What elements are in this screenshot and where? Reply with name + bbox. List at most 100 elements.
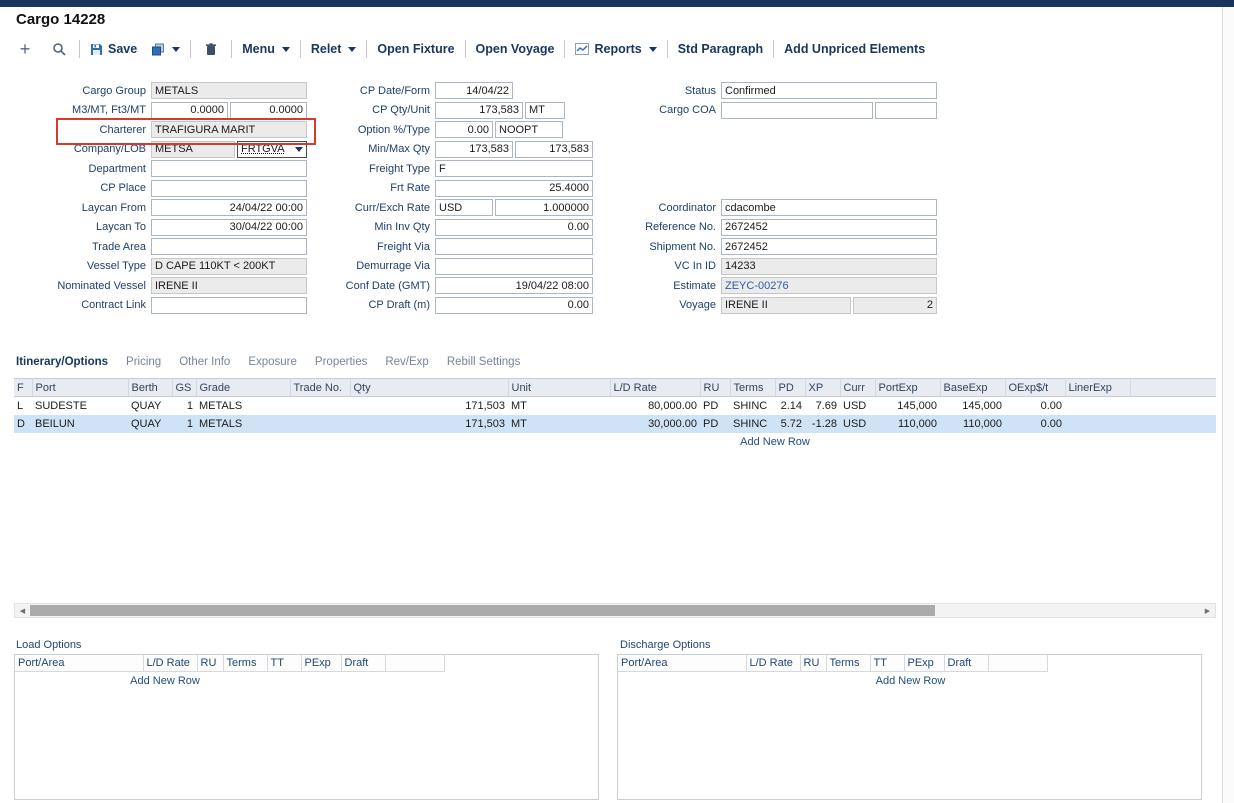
col-port[interactable]: Port	[32, 379, 128, 397]
cell[interactable]: QUAY	[128, 415, 172, 433]
col-curr[interactable]: Curr	[840, 379, 875, 397]
conf-date-input[interactable]: 19/04/22 08:00	[435, 277, 593, 294]
tab-exposure[interactable]: Exposure	[248, 356, 297, 368]
col-berth[interactable]: Berth	[128, 379, 172, 397]
add-unpriced-elements-button[interactable]: Add Unpriced Elements	[777, 37, 932, 61]
col-tt[interactable]: TT	[870, 655, 904, 672]
laycan-to-input[interactable]: 30/04/22 00:00	[151, 219, 307, 236]
contract-link-input[interactable]	[151, 297, 307, 314]
tab-rev-exp[interactable]: Rev/Exp	[385, 356, 428, 368]
coordinator-input[interactable]: cdacombe	[721, 199, 937, 216]
col-pd[interactable]: PD	[775, 379, 805, 397]
cp-draft-input[interactable]: 0.00	[435, 297, 593, 314]
delete-button[interactable]	[194, 37, 228, 61]
cell[interactable]: METALS	[196, 397, 290, 416]
cell[interactable]: SHINC	[730, 397, 775, 416]
cell[interactable]: D	[14, 415, 32, 433]
vertical-scrollbar-gutter[interactable]	[1222, 7, 1234, 803]
cell[interactable]: USD	[840, 397, 875, 416]
col-xp[interactable]: XP	[805, 379, 840, 397]
cell[interactable]: QUAY	[128, 397, 172, 416]
cell[interactable]: 1	[172, 397, 196, 416]
col-linerexp[interactable]: LinerExp	[1065, 379, 1130, 397]
cell[interactable]: 2.14	[775, 397, 805, 416]
vessel-type-input[interactable]: D CAPE 110KT < 200KT	[151, 258, 307, 275]
search-button[interactable]	[42, 37, 76, 61]
tab-other-info[interactable]: Other Info	[179, 356, 230, 368]
freight-via-input[interactable]	[435, 238, 593, 255]
col-ld-rate[interactable]: L/D Rate	[143, 655, 197, 672]
cp-date-input[interactable]: 14/04/22	[435, 82, 513, 99]
trade-area-input[interactable]	[151, 238, 307, 255]
col-qty[interactable]: Qty	[350, 379, 508, 397]
cell[interactable]: MT	[508, 397, 610, 416]
col-ld-rate[interactable]: L/D Rate	[610, 379, 700, 397]
scroll-right-icon[interactable]: ▶	[1200, 604, 1215, 617]
cp-unit-input[interactable]: MT	[525, 102, 565, 119]
tab-properties[interactable]: Properties	[315, 356, 367, 368]
col-terms[interactable]: Terms	[223, 655, 267, 672]
cell[interactable]: MT	[508, 415, 610, 433]
cell[interactable]: 171,503	[350, 415, 508, 433]
currency-input[interactable]: USD	[435, 199, 493, 216]
horizontal-scrollbar[interactable]: ◀ ▶	[14, 603, 1216, 618]
col-f[interactable]: F	[14, 379, 32, 397]
col-unit[interactable]: Unit	[508, 379, 610, 397]
cell[interactable]: 110,000	[940, 415, 1005, 433]
reports-button[interactable]: Reports	[568, 37, 663, 61]
cp-qty-input[interactable]: 173,583	[435, 102, 523, 119]
cell[interactable]: 0.00	[1005, 397, 1065, 416]
col-draft[interactable]: Draft	[944, 655, 988, 672]
save-button[interactable]: Save	[83, 37, 144, 61]
tab-itinerary-options[interactable]: Itinerary/Options	[16, 356, 108, 368]
col-baseexp[interactable]: BaseExp	[940, 379, 1005, 397]
scrollbar-thumb[interactable]	[30, 605, 935, 616]
cell[interactable]	[290, 415, 350, 433]
col-ld-rate[interactable]: L/D Rate	[746, 655, 800, 672]
std-paragraph-button[interactable]: Std Paragraph	[671, 37, 770, 61]
col-ru[interactable]: RU	[197, 655, 223, 672]
cell[interactable]: SHINC	[730, 415, 775, 433]
cell[interactable]: 145,000	[940, 397, 1005, 416]
discharge-options-add-new-row[interactable]: Add New Row	[618, 672, 1203, 690]
cargo-coa-input-2[interactable]	[875, 102, 937, 119]
col-portexp[interactable]: PortExp	[875, 379, 940, 397]
cell[interactable]: -1.28	[805, 415, 840, 433]
laycan-from-input[interactable]: 24/04/22 00:00	[151, 199, 307, 216]
cell[interactable]: 7.69	[805, 397, 840, 416]
col-pexp[interactable]: PExp	[301, 655, 341, 672]
open-voyage-button[interactable]: Open Voyage	[469, 37, 562, 61]
copy-menu-button[interactable]	[144, 37, 187, 61]
vc-in-id-field[interactable]: 14233	[721, 258, 937, 275]
charterer-input[interactable]: TRAFIGURA MARIT	[151, 121, 307, 138]
nominated-vessel-input[interactable]: IRENE II	[151, 277, 307, 294]
col-grade[interactable]: Grade	[196, 379, 290, 397]
ft3-mt-input[interactable]: 0.0000	[230, 102, 307, 119]
itinerary-row-load[interactable]: L SUDESTE QUAY 1 METALS 171,503 MT 80,00…	[14, 397, 1216, 416]
col-ru[interactable]: RU	[700, 379, 730, 397]
cell[interactable]: 110,000	[875, 415, 940, 433]
cell[interactable]: 5.72	[775, 415, 805, 433]
tab-rebill-settings[interactable]: Rebill Settings	[447, 356, 521, 368]
col-oexp[interactable]: OExp$/t	[1005, 379, 1065, 397]
col-port-area[interactable]: Port/Area	[15, 655, 143, 672]
status-input[interactable]: Confirmed	[721, 82, 937, 99]
new-button[interactable]: +	[8, 37, 42, 61]
open-fixture-button[interactable]: Open Fixture	[370, 37, 461, 61]
cell[interactable]	[290, 397, 350, 416]
col-trade-no[interactable]: Trade No.	[290, 379, 350, 397]
col-gs[interactable]: GS	[172, 379, 196, 397]
cp-place-input[interactable]	[151, 180, 307, 197]
cell[interactable]: SUDESTE	[32, 397, 128, 416]
cargo-group-input[interactable]: METALS	[151, 82, 307, 99]
cell[interactable]	[1065, 397, 1130, 416]
min-inv-qty-input[interactable]: 0.00	[435, 219, 593, 236]
cell[interactable]: USD	[840, 415, 875, 433]
cell[interactable]: PD	[700, 415, 730, 433]
lob-dropdown[interactable]: FRTGVA	[237, 141, 307, 158]
cell[interactable]: METALS	[196, 415, 290, 433]
department-input[interactable]	[151, 160, 307, 177]
min-qty-input[interactable]: 173,583	[435, 141, 513, 158]
relet-button[interactable]: Relet	[304, 37, 364, 61]
cell[interactable]: 0.00	[1005, 415, 1065, 433]
